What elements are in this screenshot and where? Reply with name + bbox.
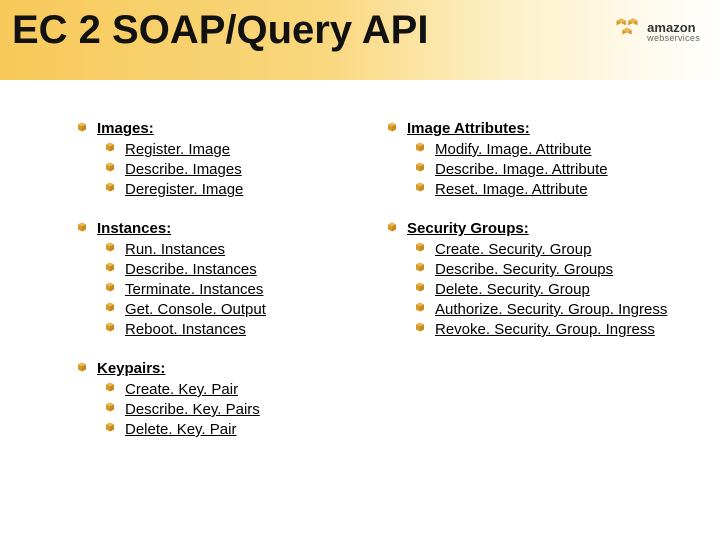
item-text: Describe. Instances bbox=[125, 260, 257, 280]
list-item: Describe. Instances bbox=[103, 260, 355, 280]
list-item: Deregister. Image bbox=[103, 180, 355, 200]
cube-icon bbox=[103, 260, 117, 278]
cube-icon bbox=[103, 160, 117, 178]
cube-icon bbox=[103, 400, 117, 418]
list-item: Run. Instances bbox=[103, 240, 355, 260]
cube-icon bbox=[75, 120, 89, 138]
cube-icon bbox=[385, 220, 399, 238]
item-text: Create. Security. Group bbox=[435, 240, 591, 260]
list-item: Get. Console. Output bbox=[103, 300, 355, 320]
cube-icon bbox=[413, 240, 427, 258]
cube-icon bbox=[103, 320, 117, 338]
item-text: Delete. Key. Pair bbox=[125, 420, 236, 440]
cube-icon bbox=[103, 140, 117, 158]
cube-icon bbox=[75, 360, 89, 378]
list-item: Authorize. Security. Group. Ingress bbox=[413, 300, 685, 320]
item-text: Describe. Image. Attribute bbox=[435, 160, 608, 180]
item-text: Authorize. Security. Group. Ingress bbox=[435, 300, 667, 320]
item-text: Revoke. Security. Group. Ingress bbox=[435, 320, 655, 340]
cube-icon bbox=[413, 160, 427, 178]
item-text: Terminate. Instances bbox=[125, 280, 263, 300]
cube-icon bbox=[613, 16, 641, 48]
category-keypairs: Keypairs: Create. Key. PairDescribe. Key.… bbox=[75, 360, 355, 440]
list-item: Describe. Images bbox=[103, 160, 355, 180]
list-item: Describe. Image. Attribute bbox=[413, 160, 685, 180]
list-item: Register. Image bbox=[103, 140, 355, 160]
list-item: Delete. Key. Pair bbox=[103, 420, 355, 440]
list-item: Revoke. Security. Group. Ingress bbox=[413, 320, 685, 340]
category-title: Security Groups: bbox=[407, 220, 529, 238]
page-title: EC 2 SOAP/Query API bbox=[12, 8, 428, 53]
list-item: Describe. Key. Pairs bbox=[103, 400, 355, 420]
list-item: Reboot. Instances bbox=[103, 320, 355, 340]
item-text: Describe. Key. Pairs bbox=[125, 400, 260, 420]
cube-icon bbox=[75, 220, 89, 238]
item-text: Register. Image bbox=[125, 140, 230, 160]
cube-icon bbox=[413, 180, 427, 198]
category-image-attributes: Image Attributes: Modify. Image. Attribut… bbox=[385, 120, 685, 200]
cube-icon bbox=[413, 280, 427, 298]
content: Images:Register. ImageDescribe. ImagesDe… bbox=[0, 120, 720, 440]
category-security-groups: Security Groups:Create. Security. GroupD… bbox=[385, 220, 685, 340]
cube-icon bbox=[103, 300, 117, 318]
item-text: Modify. Image. Attribute bbox=[435, 140, 591, 160]
item-text: Delete. Security. Group bbox=[435, 280, 590, 300]
list-item: Terminate. Instances bbox=[103, 280, 355, 300]
list-item: Delete. Security. Group bbox=[413, 280, 685, 300]
right-column: Image Attributes: Modify. Image. Attribut… bbox=[385, 120, 685, 440]
cube-icon bbox=[103, 280, 117, 298]
cube-icon bbox=[413, 140, 427, 158]
item-text: Deregister. Image bbox=[125, 180, 243, 200]
category-title: Images: bbox=[97, 120, 154, 138]
category-instances: Instances: Run. InstancesDescribe. Instan… bbox=[75, 220, 355, 340]
cube-icon bbox=[103, 180, 117, 198]
item-text: Reset. Image. Attribute bbox=[435, 180, 588, 200]
left-column: Images:Register. ImageDescribe. ImagesDe… bbox=[75, 120, 355, 440]
item-text: Reboot. Instances bbox=[125, 320, 246, 340]
cube-icon bbox=[103, 240, 117, 258]
list-item: Describe. Security. Groups bbox=[413, 260, 685, 280]
aws-logo: amazon webservices bbox=[613, 16, 700, 48]
category-title: Keypairs: bbox=[97, 360, 165, 378]
logo-text-bottom: webservices bbox=[647, 34, 700, 43]
list-item: Create. Security. Group bbox=[413, 240, 685, 260]
item-text: Get. Console. Output bbox=[125, 300, 266, 320]
list-item: Reset. Image. Attribute bbox=[413, 180, 685, 200]
category-title: Image Attributes: bbox=[407, 120, 530, 138]
item-text: Run. Instances bbox=[125, 240, 225, 260]
cube-icon bbox=[103, 380, 117, 398]
cube-icon bbox=[413, 320, 427, 338]
category-images: Images: Register. ImageDescribe. ImagesDe… bbox=[75, 120, 355, 200]
cube-icon bbox=[413, 260, 427, 278]
cube-icon bbox=[385, 120, 399, 138]
item-text: Describe. Security. Groups bbox=[435, 260, 613, 280]
list-item: Modify. Image. Attribute bbox=[413, 140, 685, 160]
list-item: Create. Key. Pair bbox=[103, 380, 355, 400]
cube-icon bbox=[413, 300, 427, 318]
item-text: Describe. Images bbox=[125, 160, 242, 180]
item-text: Create. Key. Pair bbox=[125, 380, 238, 400]
cube-icon bbox=[103, 420, 117, 438]
category-title: Instances: bbox=[97, 220, 171, 238]
